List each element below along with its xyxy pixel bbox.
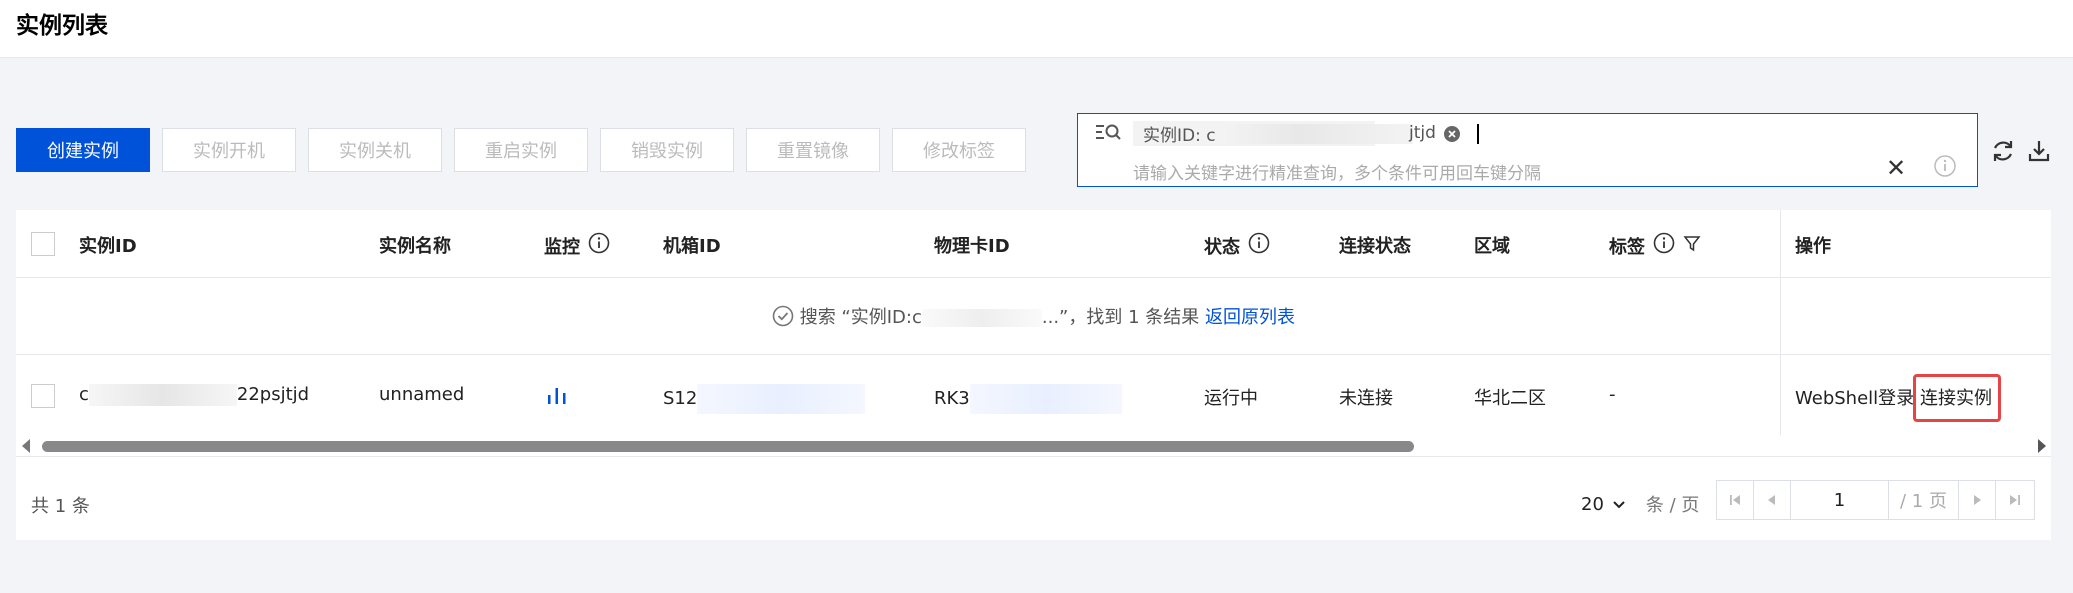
search-result-row: 搜索 “实例ID:c ...”，找到 1 条结果 返回原列表 (16, 279, 2051, 355)
horizontal-scrollbar[interactable] (16, 436, 2051, 456)
select-all-checkbox[interactable] (31, 232, 55, 256)
instance-table-card: 实例ID 实例名称 监控 机箱ID 物理卡ID 状态 连接状态 区域 标签 操作… (16, 210, 2051, 540)
header-status-label: 状态 (1204, 236, 1240, 258)
check-circle-icon (772, 305, 794, 332)
scroll-left-icon[interactable] (22, 439, 30, 453)
header-card-id: 物理卡ID (934, 236, 1010, 257)
search-result-text: 搜索 “实例ID:c ...”，找到 1 条结果 返回原列表 (16, 303, 2051, 332)
cell-connection-status: 未连接 (1339, 388, 1393, 409)
refresh-icon[interactable] (1990, 138, 2016, 168)
header-instance-name: 实例名称 (379, 236, 451, 257)
filter-icon[interactable] (1683, 234, 1701, 257)
total-count: 共 1 条 (31, 496, 90, 517)
header-status: 状态 (1204, 232, 1270, 259)
row-checkbox[interactable] (31, 384, 55, 408)
highlight-box (1913, 374, 2001, 422)
header-actions: 操作 (1795, 236, 1831, 257)
header-tags: 标签 (1609, 232, 1701, 259)
back-to-list-link[interactable]: 返回原列表 (1205, 307, 1295, 328)
chevron-down-icon (1612, 494, 1626, 515)
page-size-select[interactable]: 20 条 / 页 (1581, 491, 1699, 517)
header-chassis-id: 机箱ID (663, 236, 721, 257)
search-tag-suffix: jtjd (1409, 123, 1436, 143)
info-icon[interactable] (588, 232, 610, 259)
page-size-unit: 条 / 页 (1645, 495, 1700, 516)
cell-instance-id: c 22psjtjd (79, 384, 309, 406)
scroll-right-icon[interactable] (2038, 439, 2046, 453)
header-region: 区域 (1474, 236, 1510, 257)
header-instance-id[interactable]: 实例ID (79, 232, 137, 258)
search-tag-prefix: 实例ID: c (1143, 126, 1216, 146)
start-instance-button[interactable]: 实例开机 (162, 128, 296, 172)
cell-card-id[interactable]: RK3 (934, 384, 1122, 414)
instance-id-suffix: 22psjtjd (236, 384, 310, 405)
text-cursor (1477, 124, 1479, 144)
redacted-mask (921, 309, 1042, 327)
restart-instance-button[interactable]: 重启实例 (454, 128, 588, 172)
header-connection-status: 连接状态 (1339, 236, 1411, 257)
cell-tags: - (1609, 384, 1616, 405)
cell-region: 华北二区 (1474, 388, 1546, 409)
table-header: 实例ID 实例名称 监控 机箱ID 物理卡ID 状态 连接状态 区域 标签 操作 (16, 210, 2051, 278)
redacted-mask (697, 384, 866, 414)
header-tags-label: 标签 (1609, 236, 1645, 258)
monitor-chart-icon[interactable] (546, 385, 568, 410)
instance-id-prefix: c (79, 384, 89, 405)
redacted-mask (88, 384, 237, 406)
info-icon[interactable] (1248, 232, 1270, 259)
download-icon[interactable] (2026, 138, 2052, 168)
cell-chassis-id[interactable]: S12 (663, 384, 866, 414)
header-monitor-label: 监控 (544, 236, 580, 258)
page-size-value: 20 (1581, 493, 1604, 515)
webshell-login-link[interactable]: WebShell登录 (1795, 384, 1914, 410)
create-instance-button[interactable]: 创建实例 (16, 128, 150, 172)
cell-status: 运行中 (1204, 388, 1258, 409)
first-page-icon[interactable] (1717, 481, 1754, 519)
cell-instance-name: unnamed (379, 384, 465, 405)
filter-search-icon (1094, 122, 1122, 148)
next-page-icon[interactable] (1959, 481, 1996, 519)
reset-image-button[interactable]: 重置镜像 (746, 128, 880, 172)
total-pages: / 1 页 (1889, 481, 1959, 519)
search-input[interactable]: 实例ID: c jtjd 请输入关键字进行精准查询，多个条件可用回车键分隔 ✕ (1077, 113, 1978, 187)
search-result-suffix: ...”，找到 1 条结果 (1041, 307, 1200, 328)
pager: 1 / 1 页 (1716, 480, 2035, 520)
clear-search-icon[interactable]: ✕ (1886, 154, 1906, 182)
prev-page-icon[interactable] (1754, 481, 1791, 519)
chassis-id-link[interactable]: S12 (663, 388, 697, 409)
search-filter-tag[interactable]: 实例ID: c jtjd (1133, 121, 1436, 146)
header-monitor: 监控 (544, 232, 610, 259)
page-number-input[interactable]: 1 (1791, 481, 1889, 519)
redacted-mask (1223, 124, 1413, 144)
page-header: 实例列表 (0, 0, 2073, 58)
scrollbar-thumb[interactable] (42, 441, 1414, 452)
pagination-footer: 共 1 条 20 条 / 页 1 / 1 页 (16, 456, 2051, 540)
stop-instance-button[interactable]: 实例关机 (308, 128, 442, 172)
search-result-prefix: 搜索 “实例ID:c (799, 307, 922, 328)
table-row: c 22psjtjd unnamed S12 RK3 运行中 未连接 华北二区 -… (16, 356, 2051, 436)
page-title: 实例列表 (16, 13, 108, 39)
info-icon[interactable] (1653, 232, 1675, 259)
destroy-instance-button[interactable]: 销毁实例 (600, 128, 734, 172)
last-page-icon[interactable] (1996, 481, 2033, 519)
card-id-link[interactable]: RK3 (934, 388, 970, 409)
search-placeholder: 请输入关键字进行精准查询，多个条件可用回车键分隔 (1133, 164, 1541, 184)
info-icon[interactable] (1933, 154, 1957, 182)
redacted-mask (969, 384, 1122, 414)
remove-tag-icon[interactable] (1443, 125, 1461, 147)
edit-tags-button[interactable]: 修改标签 (892, 128, 1026, 172)
